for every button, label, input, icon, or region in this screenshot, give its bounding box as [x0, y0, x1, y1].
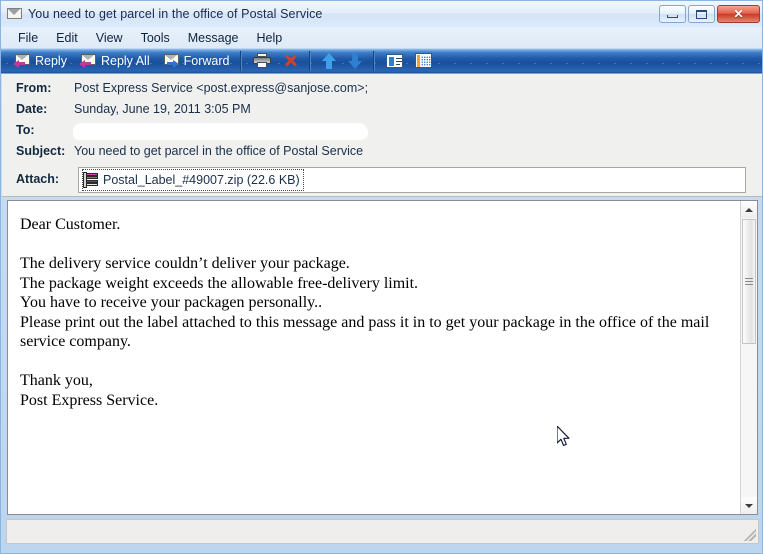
printer-icon	[253, 53, 272, 68]
menu-tools[interactable]: Tools	[132, 29, 179, 47]
reply-all-button[interactable]: Reply All	[73, 50, 156, 72]
window-controls: ✕	[659, 5, 760, 23]
scroll-up-arrow-icon[interactable]	[741, 201, 757, 218]
resize-grip-icon[interactable]	[744, 529, 756, 541]
envelope-icon	[7, 8, 22, 20]
from-label: From:	[16, 81, 52, 95]
maximize-button[interactable]	[688, 5, 715, 23]
reply-label: Reply	[35, 53, 67, 68]
header-row-attach: Attach: Postal_Label_#49007.zip (22.6 KB…	[2, 167, 762, 193]
toolbar-separator	[373, 50, 376, 71]
minimize-button[interactable]	[659, 5, 686, 23]
forward-button[interactable]: Forward	[156, 50, 236, 72]
minimize-icon	[667, 14, 678, 18]
attachment-field[interactable]: Postal_Label_#49007.zip (22.6 KB)	[78, 167, 746, 193]
previous-message-button[interactable]	[316, 50, 342, 72]
addresses-button[interactable]	[380, 50, 409, 72]
message-body-pane: Dear Customer. The delivery service coul…	[7, 200, 758, 515]
header-row-to: To:	[2, 123, 762, 143]
subject-label: Subject:	[16, 144, 66, 158]
body-vertical-scrollbar[interactable]	[740, 201, 757, 514]
header-row-from: From: Post Express Service <post.express…	[2, 81, 762, 101]
forward-envelope-icon	[162, 53, 179, 68]
menu-help[interactable]: Help	[248, 29, 292, 47]
attach-label: Attach:	[16, 172, 60, 186]
menu-view[interactable]: View	[87, 29, 132, 47]
delete-x-icon	[283, 53, 298, 68]
header-row-date: Date: Sunday, June 19, 2011 3:05 PM	[2, 102, 762, 122]
header-row-subject: Subject: You need to get parcel in the o…	[2, 144, 762, 164]
grid-icon	[415, 53, 433, 68]
reply-all-label: Reply All	[100, 53, 150, 68]
scroll-thumb-grip	[745, 278, 753, 285]
status-bar	[6, 519, 759, 544]
reply-envelope-icon	[13, 53, 30, 68]
date-label: Date:	[16, 102, 48, 116]
email-window: You need to get parcel in the office of …	[0, 0, 763, 554]
scroll-thumb[interactable]	[742, 219, 756, 344]
print-button[interactable]	[247, 50, 277, 72]
reply-all-envelope-icon	[78, 53, 96, 68]
date-value: Sunday, June 19, 2011 3:05 PM	[74, 102, 251, 116]
menu-bar: File Edit View Tools Message Help	[1, 27, 762, 48]
to-label: To:	[16, 123, 35, 137]
toolbar-separator	[309, 50, 312, 71]
scroll-down-arrow-icon[interactable]	[741, 497, 757, 514]
reply-button[interactable]: Reply	[7, 50, 73, 72]
attachment-filename: Postal_Label_#49007.zip (22.6 KB)	[103, 173, 300, 187]
menu-edit[interactable]: Edit	[47, 29, 87, 47]
subject-value: You need to get parcel in the office of …	[74, 144, 364, 158]
delete-button[interactable]	[277, 50, 304, 72]
next-message-button[interactable]	[342, 50, 368, 72]
toolbar: Reply Reply All Forward	[1, 48, 762, 74]
close-icon: ✕	[733, 7, 744, 21]
message-header-panel: From: Post Express Service <post.express…	[2, 74, 762, 197]
forward-label: Forward	[183, 53, 230, 68]
toolbar-separator	[240, 50, 243, 71]
maximize-icon	[696, 9, 707, 19]
window-title: You need to get parcel in the office of …	[28, 7, 323, 21]
title-bar: You need to get parcel in the office of …	[1, 1, 762, 27]
message-body-text: Dear Customer. The delivery service coul…	[20, 216, 710, 409]
to-value-redacted	[74, 124, 366, 139]
from-value[interactable]: Post Express Service <post.express@sanjo…	[74, 81, 368, 95]
up-arrow-icon	[322, 52, 337, 69]
close-button[interactable]: ✕	[717, 5, 760, 23]
down-arrow-icon	[348, 52, 363, 69]
zip-archive-icon	[83, 171, 100, 189]
folders-button[interactable]	[409, 50, 438, 72]
menu-file[interactable]: File	[9, 29, 47, 47]
menu-message[interactable]: Message	[179, 29, 248, 47]
attachment-item[interactable]: Postal_Label_#49007.zip (22.6 KB)	[82, 169, 304, 191]
contact-card-icon	[386, 53, 404, 68]
